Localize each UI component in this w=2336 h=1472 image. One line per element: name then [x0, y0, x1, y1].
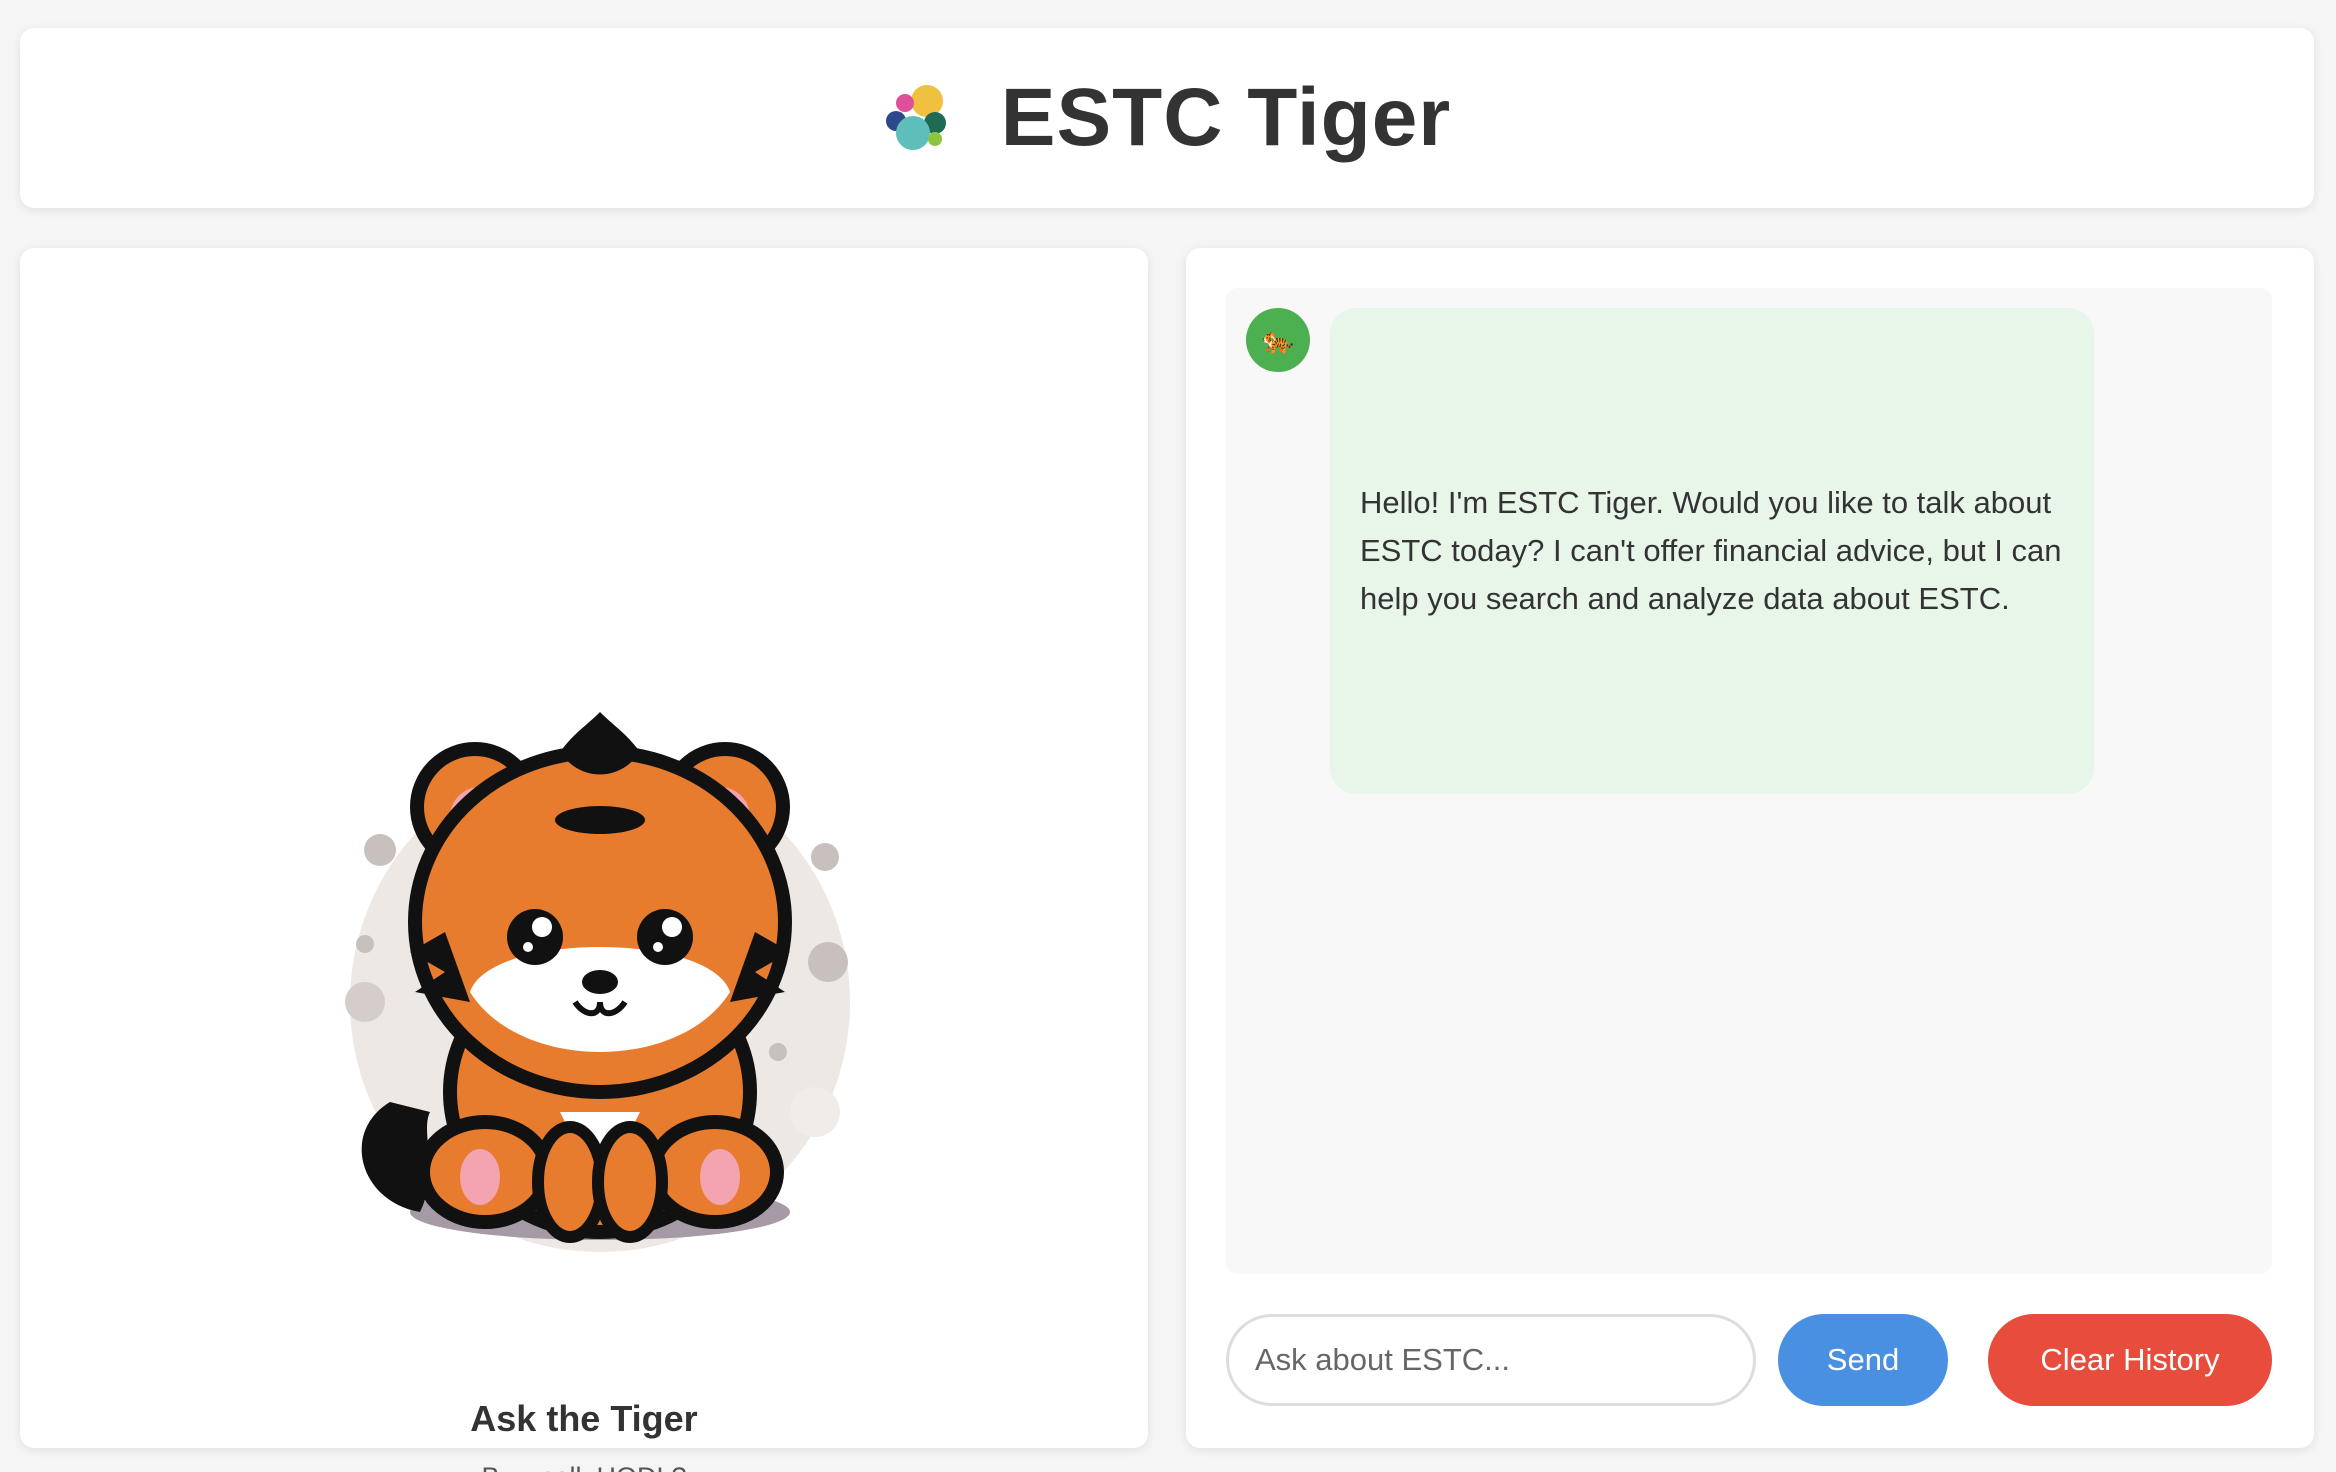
mascot-subtitle: Buy, sell, HODL?	[20, 1462, 1148, 1472]
bot-message-bubble: Hello! I'm ESTC Tiger. Would you like to…	[1330, 308, 2094, 794]
tiger-mascot-icon	[270, 672, 930, 1332]
app-title: ESTC Tiger	[1000, 72, 1452, 163]
mascot-panel: Ask the Tiger Buy, sell, HODL?	[20, 248, 1148, 1472]
mascot-title: Ask the Tiger	[470, 1398, 698, 1439]
chat-input[interactable]	[1226, 1314, 1756, 1406]
chat-panel: 🐅 Hello! I'm ESTC Tiger. Would you like …	[1186, 248, 2314, 1448]
clear-history-button[interactable]: Clear History	[1988, 1314, 2272, 1406]
header-card: ESTC Tiger	[20, 28, 2314, 208]
bot-message-text: Hello! I'm ESTC Tiger. Would you like to…	[1360, 485, 2062, 616]
tiger-icon: 🐅	[1246, 308, 1310, 372]
elastic-logo-icon	[883, 81, 957, 155]
send-button[interactable]: Send	[1778, 1314, 1948, 1406]
chat-history[interactable]: 🐅 Hello! I'm ESTC Tiger. Would you like …	[1226, 288, 2272, 1274]
